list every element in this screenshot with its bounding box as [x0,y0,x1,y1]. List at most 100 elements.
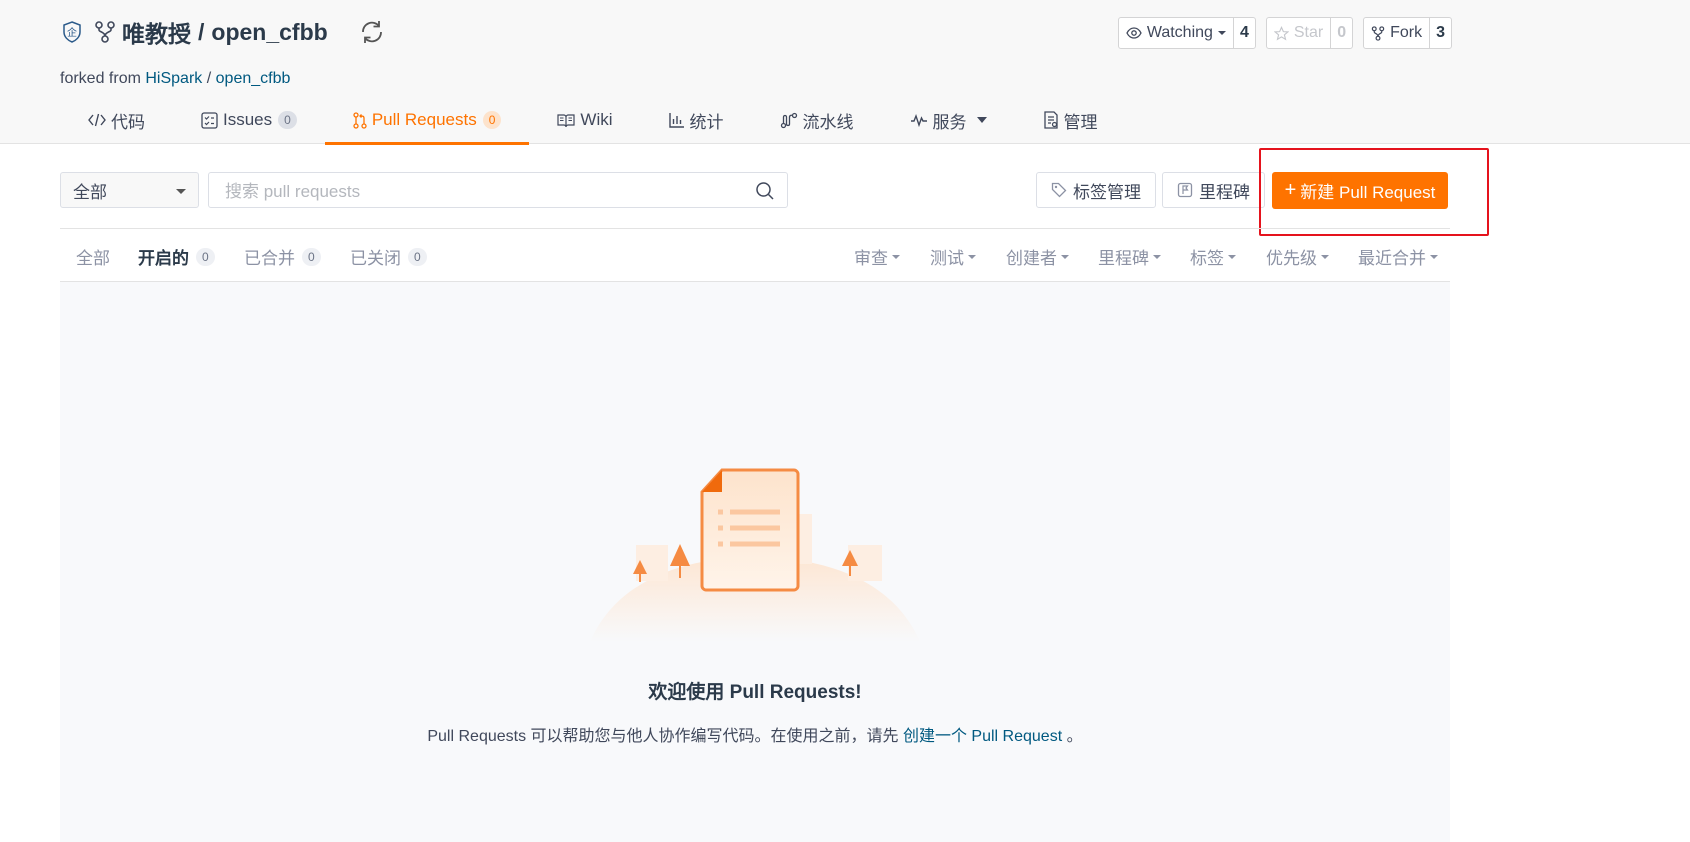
services-caret-icon [976,117,987,123]
pull-request-icon [353,111,367,129]
scope-select-value: 全部 [73,182,107,202]
filter-closed[interactable]: 已关闭 0 [350,244,427,269]
watch-caret-icon [1217,31,1226,35]
sort-dropdown[interactable]: 最近合并 [1358,244,1438,269]
fork-group: Fork 3 [1363,17,1452,49]
empty-desc-text: Pull Requests 可以帮助您与他人协作编写代码。在使用之前，请先 [427,728,899,745]
star-button[interactable]: Star [1267,18,1332,48]
star-group: Star 0 [1265,17,1354,49]
watch-group: Watching 4 [1117,17,1256,49]
repo-owner-link[interactable]: 唯教授 [122,15,191,49]
caret-down-icon [1430,254,1438,259]
star-icon [1273,25,1289,40]
issues-count-badge: 0 [278,111,297,129]
milestones-button[interactable]: 里程碑 [1162,172,1265,208]
closed-count-badge: 0 [408,247,427,266]
tab-wiki[interactable]: Wiki [529,98,640,144]
priority-dropdown[interactable]: 优先级 [1266,244,1329,269]
sync-icon[interactable] [358,18,386,46]
empty-desc-end: 。 [1066,728,1083,745]
creator-dropdown-label: 创建者 [1006,249,1057,268]
tab-wiki-label: Wiki [580,110,613,129]
tab-code-label: 代码 [111,112,145,132]
tab-code[interactable]: 代码 [60,98,173,144]
scope-select[interactable]: 全部 [60,172,199,208]
empty-document-illustration [590,468,920,642]
search-box [208,172,788,208]
forked-repo-link[interactable]: open_cfbb [216,70,291,87]
milestone-icon [1177,182,1193,198]
caret-down-icon [1061,254,1069,259]
pipeline-icon [780,112,797,128]
tab-issues[interactable]: Issues 0 [173,98,325,144]
tab-issues-label: Issues [223,110,273,129]
bar-chart-icon [668,113,684,128]
create-pull-request-link[interactable]: 创建一个 Pull Request [903,728,1062,745]
issues-icon [201,111,218,129]
tab-pipeline-label: 流水线 [802,112,854,132]
empty-state-description: Pull Requests 可以帮助您与他人协作编写代码。在使用之前，请先 创建… [60,722,1450,746]
milestone-dropdown-label: 里程碑 [1098,249,1149,268]
caret-down-icon [968,254,976,259]
tab-manage[interactable]: 管理 [1015,98,1126,144]
priority-dropdown-label: 优先级 [1266,249,1317,268]
caret-down-icon [1153,254,1161,259]
creator-dropdown[interactable]: 创建者 [1006,244,1069,269]
label-manage-button[interactable]: 标签管理 [1036,172,1156,208]
repo-actions: Watching 4 Star 0 Fork 3 [1117,17,1452,49]
repo-nav: 代码 Issues 0 Pull Requests 0 Wiki 统计 流水线 … [60,98,1126,145]
filter-all-label: 全部 [76,249,110,268]
pulse-icon [910,113,927,127]
filter-all[interactable]: 全部 [76,244,110,269]
highlight-annotation-box [1259,148,1489,236]
sort-dropdown-label: 最近合并 [1358,249,1426,268]
label-dropdown[interactable]: 标签 [1190,244,1236,269]
fork-icon [1371,25,1385,41]
merged-count-badge: 0 [302,247,321,266]
filter-open-label: 开启的 [138,249,189,268]
star-count[interactable]: 0 [1331,18,1352,48]
milestone-dropdown[interactable]: 里程碑 [1098,244,1161,269]
watch-count[interactable]: 4 [1234,18,1255,48]
search-input[interactable] [223,181,747,203]
tab-pipeline[interactable]: 流水线 [752,98,882,144]
tab-stats[interactable]: 统计 [641,98,752,144]
tab-manage-label: 管理 [1063,112,1098,132]
svg-text:企: 企 [67,26,77,39]
tab-stats-label: 统计 [689,112,724,132]
forked-separator: / [206,70,212,87]
repo-header: 企 唯教授 / open_cfbb forked from HiSpark / … [0,0,1690,145]
eye-icon [1126,27,1142,39]
empty-state-title: 欢迎使用 Pull Requests! [648,682,862,703]
milestones-label: 里程碑 [1199,182,1250,202]
repo-name-link[interactable]: open_cfbb [211,19,327,46]
filter-open[interactable]: 开启的 0 [138,244,215,269]
fork-repo-icon [95,21,115,43]
fork-button[interactable]: Fork [1364,18,1431,48]
watch-label: Watching [1146,24,1213,41]
test-dropdown-label: 测试 [930,249,964,268]
test-dropdown[interactable]: 测试 [930,244,976,269]
tab-services-label: 服务 [932,112,967,132]
label-manage-label: 标签管理 [1073,182,1141,202]
filter-merged[interactable]: 已合并 0 [244,244,321,269]
review-dropdown[interactable]: 审查 [854,244,900,269]
forked-owner-link[interactable]: HiSpark [145,70,202,87]
open-count-badge: 0 [196,247,215,266]
empty-state: 欢迎使用 Pull Requests! Pull Requests 可以帮助您与… [60,282,1450,842]
tag-icon [1051,182,1067,198]
label-dropdown-label: 标签 [1190,249,1224,268]
forked-from: forked from HiSpark / open_cfbb [60,70,290,88]
tab-pull-requests-label: Pull Requests [371,110,477,129]
filter-merged-label: 已合并 [244,249,295,268]
fork-label: Fork [1390,24,1423,41]
search-icon[interactable] [755,181,775,201]
caret-down-icon [1321,254,1329,259]
star-label: Star [1293,24,1324,41]
forked-prefix: forked from [60,70,141,87]
repo-title: 企 唯教授 / open_cfbb [60,14,386,50]
tab-services[interactable]: 服务 [882,98,1015,144]
fork-count[interactable]: 3 [1430,18,1451,48]
tab-pull-requests[interactable]: Pull Requests 0 [324,98,530,145]
watch-button[interactable]: Watching [1119,18,1234,48]
